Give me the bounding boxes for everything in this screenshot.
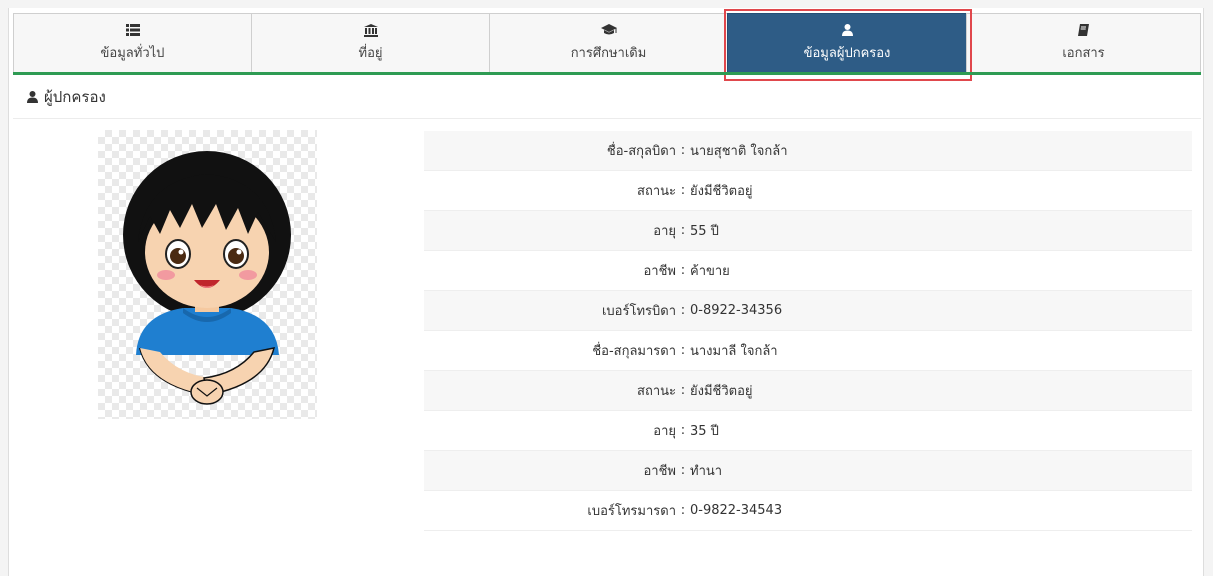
- info-label: ชื่อ-สกุลบิดา: [606, 144, 676, 159]
- info-row: อาชีพ : ทำนา: [424, 451, 1192, 491]
- tab-label: เอกสาร: [1062, 46, 1105, 61]
- tab-documents[interactable]: เอกสาร: [966, 13, 1201, 73]
- info-label: ชื่อ-สกุลมารดา: [592, 344, 676, 359]
- info-row: เบอร์โทรบิดา : 0-8922-34356: [424, 291, 1192, 331]
- tab-bar: ข้อมูลทั่วไป ที่อยู่ การศึกษาเดิม ข้อมูล…: [13, 12, 1201, 74]
- info-value: ค้าขาย: [690, 264, 730, 279]
- info-label: สถานะ: [637, 184, 676, 199]
- info-row: สถานะ : ยังมีชีวิตอยู่: [424, 171, 1192, 211]
- bank-icon: [363, 23, 378, 37]
- tab-address[interactable]: ที่อยู่: [251, 13, 489, 73]
- section-header: ผู้ปกครอง: [13, 75, 1201, 119]
- info-value: ยังมีชีวิตอยู่: [690, 384, 753, 399]
- info-label: อายุ: [653, 224, 676, 239]
- info-row: ชื่อ-สกุลบิดา : นายสุชาติ ใจกล้า: [424, 131, 1192, 171]
- info-value: 0-8922-34356: [690, 303, 783, 318]
- info-row: เบอร์โทรมารดา : 0-9822-34543: [424, 491, 1192, 531]
- info-separator: :: [680, 303, 686, 318]
- info-label: อาชีพ: [643, 264, 677, 279]
- tab-general-info[interactable]: ข้อมูลทั่วไป: [13, 13, 251, 73]
- book-icon: [1078, 23, 1089, 37]
- tab-label: ข้อมูลทั่วไป: [100, 46, 165, 61]
- tab-guardian-info[interactable]: ข้อมูลผู้ปกครอง: [727, 13, 966, 73]
- info-separator: :: [680, 183, 686, 198]
- info-value: ทำนา: [690, 464, 723, 479]
- info-separator: :: [680, 343, 686, 358]
- list-icon: [125, 23, 140, 37]
- section-title: ผู้ปกครอง: [44, 87, 106, 106]
- info-separator: :: [680, 223, 686, 238]
- info-value: 35 ปี: [690, 424, 719, 439]
- info-separator: :: [680, 143, 686, 158]
- info-value: 0-9822-34543: [690, 503, 783, 518]
- info-value: ยังมีชีวิตอยู่: [690, 184, 753, 199]
- info-label: อายุ: [653, 424, 676, 439]
- info-label: เบอร์โทรมารดา: [587, 504, 676, 519]
- info-row: ชื่อ-สกุลมารดา : นางมาลี ใจกล้า: [424, 331, 1192, 371]
- info-value: 55 ปี: [690, 224, 719, 239]
- graduation-cap-icon: [600, 23, 617, 37]
- info-row: สถานะ : ยังมีชีวิตอยู่: [424, 371, 1192, 411]
- info-separator: :: [680, 263, 686, 278]
- info-label: สถานะ: [637, 384, 676, 399]
- info-label: อาชีพ: [643, 464, 677, 479]
- info-separator: :: [680, 463, 686, 478]
- info-row: อาชีพ : ค้าขาย: [424, 251, 1192, 291]
- info-label: เบอร์โทรบิดา: [601, 304, 676, 319]
- tab-label: ข้อมูลผู้ปกครอง: [803, 46, 891, 61]
- info-row: อายุ : 55 ปี: [424, 211, 1192, 251]
- user-icon: [841, 23, 853, 37]
- tab-label: ที่อยู่: [358, 46, 383, 61]
- guardian-avatar: [98, 130, 317, 419]
- tab-label: การศึกษาเดิม: [570, 46, 647, 61]
- info-value: นางมาลี ใจกล้า: [690, 344, 778, 359]
- guardian-info-table: ชื่อ-สกุลบิดา : นายสุชาติ ใจกล้า สถานะ :…: [424, 131, 1192, 531]
- tab-previous-education[interactable]: การศึกษาเดิม: [489, 13, 727, 73]
- info-separator: :: [680, 423, 686, 438]
- info-separator: :: [680, 383, 686, 398]
- info-separator: :: [680, 503, 686, 518]
- content-panel: ข้อมูลทั่วไป ที่อยู่ การศึกษาเดิม ข้อมูล…: [8, 8, 1204, 576]
- info-row: อายุ : 35 ปี: [424, 411, 1192, 451]
- user-icon: [27, 90, 38, 103]
- info-value: นายสุชาติ ใจกล้า: [690, 144, 788, 159]
